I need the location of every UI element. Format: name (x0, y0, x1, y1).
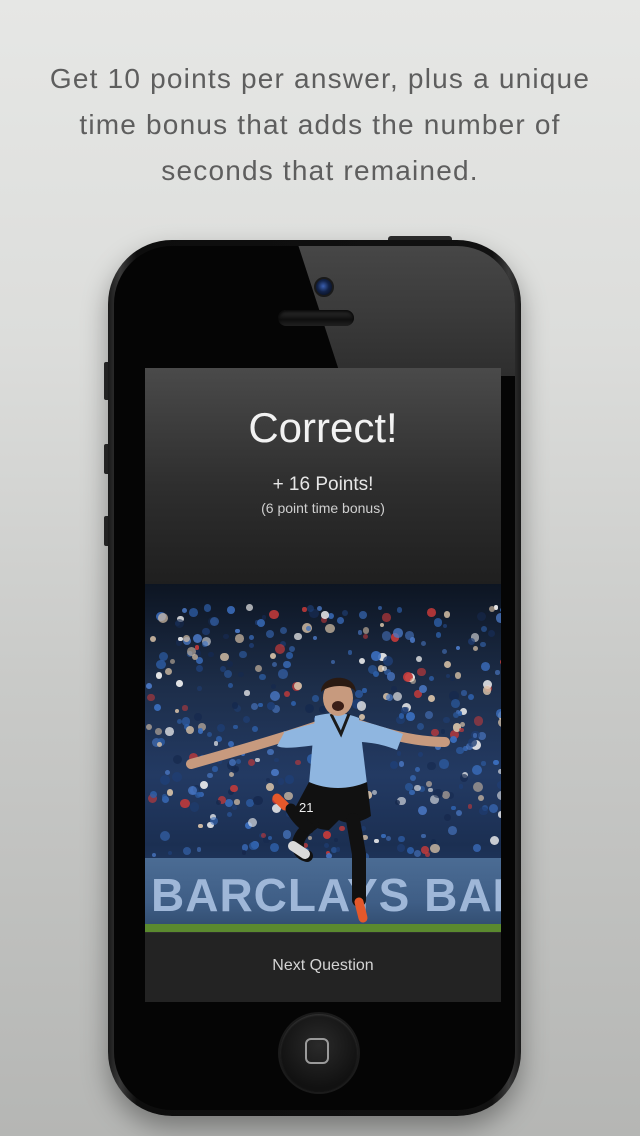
promo-caption: Get 10 points per answer, plus a unique … (0, 56, 640, 194)
home-square-icon (305, 1038, 329, 1064)
shirt-number: 21 (299, 800, 313, 815)
home-button[interactable] (280, 1014, 358, 1092)
time-bonus-note: (6 point time bonus) (261, 500, 385, 516)
next-question-button[interactable]: Next Question (145, 932, 501, 1002)
promo-line-2: time bonus that adds the number of (79, 109, 561, 140)
phone-frame: Correct! + 16 Points! (6 point time bonu… (108, 240, 521, 1116)
answer-photo: BARCLAYS BAR 21 (145, 584, 501, 932)
promo-line-1: Get 10 points per answer, plus a unique (49, 63, 591, 94)
points-earned: + 16 Points! (272, 474, 374, 495)
next-question-label: Next Question (272, 957, 374, 974)
promo-line-3: seconds that remained. (161, 155, 479, 186)
front-camera-icon (314, 277, 334, 297)
phone-face: Correct! + 16 Points! (6 point time bonu… (114, 246, 515, 1110)
result-title: Correct! (248, 404, 398, 451)
result-panel: Correct! + 16 Points! (6 point time bonu… (145, 368, 501, 584)
earpiece-speaker (278, 310, 354, 326)
app-screen: Correct! + 16 Points! (6 point time bonu… (145, 368, 501, 1002)
celebrating-player-image: 21 (186, 677, 450, 923)
